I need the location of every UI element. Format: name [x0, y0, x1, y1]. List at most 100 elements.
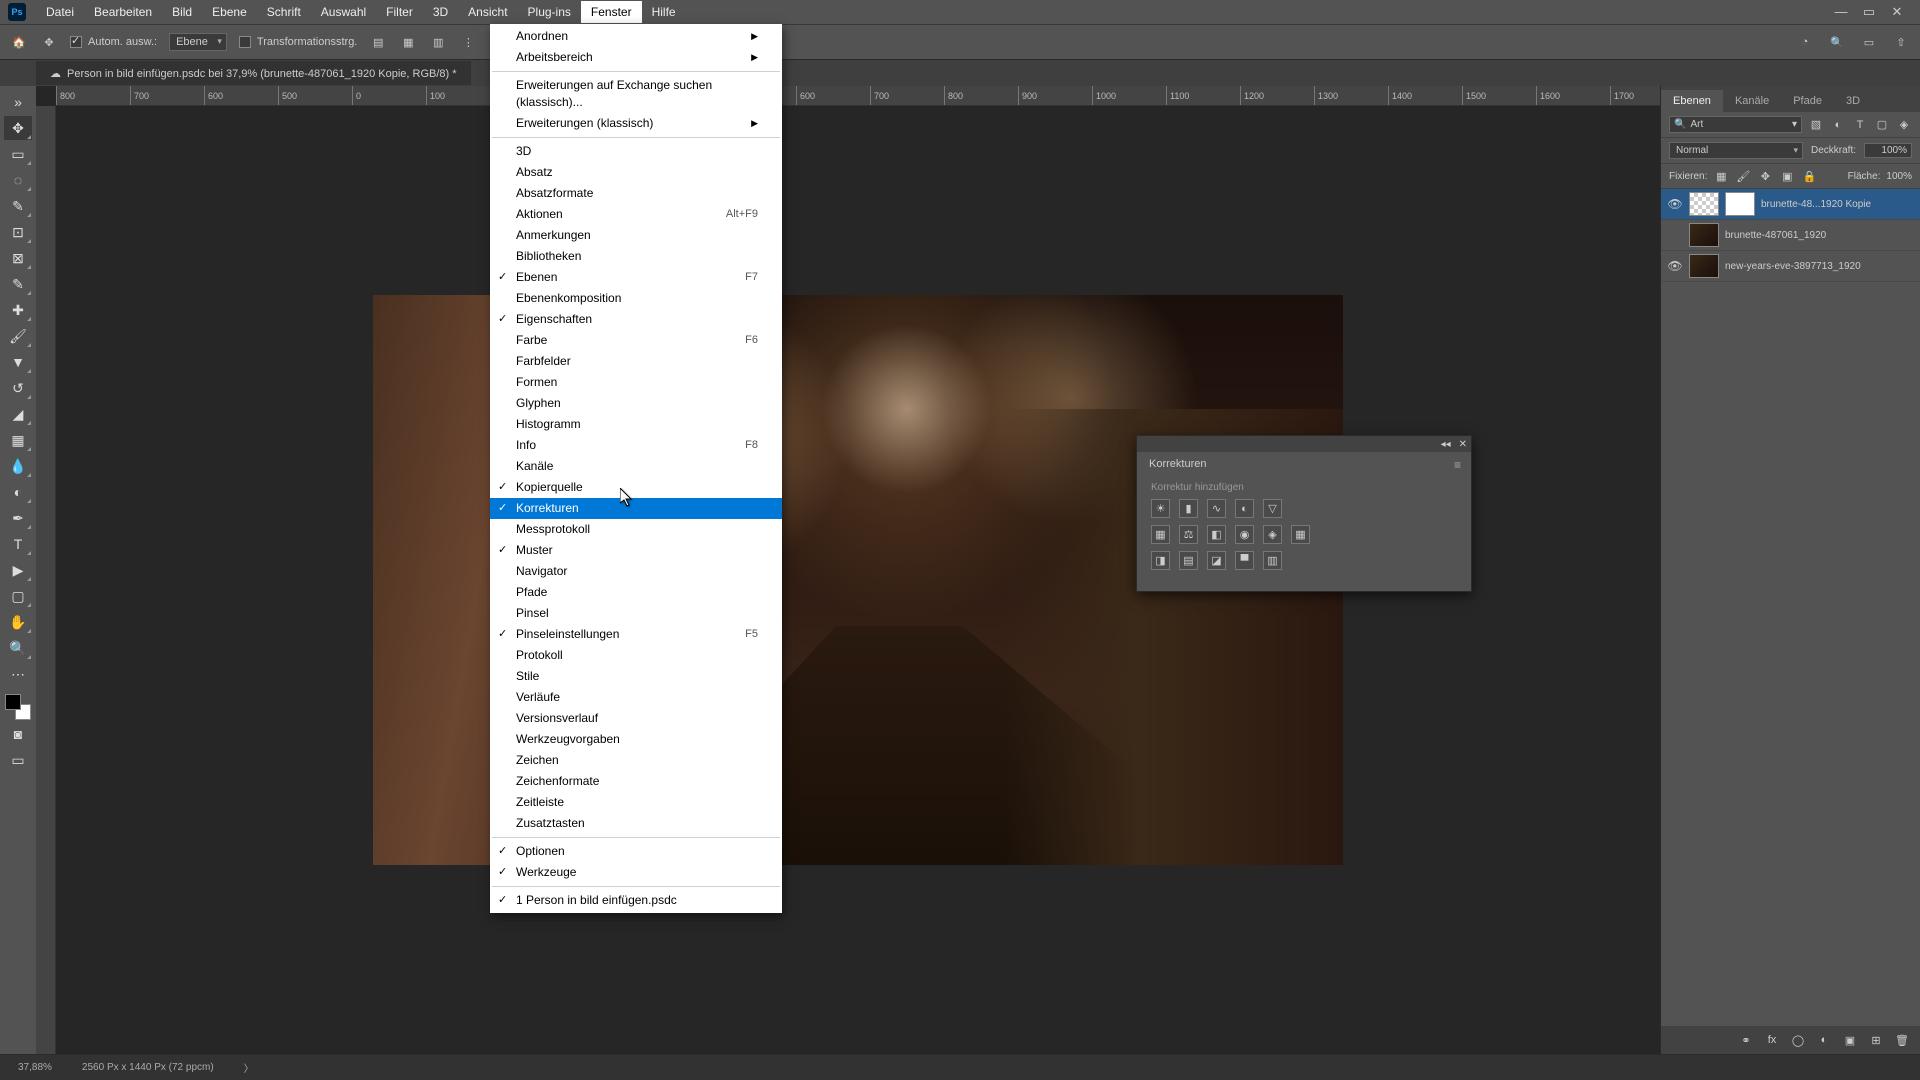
crop-tool[interactable]: ⊡	[4, 220, 32, 244]
menu-item-pfade[interactable]: Pfade	[490, 582, 782, 603]
hand-tool[interactable]: ✋	[4, 610, 32, 634]
layer-mask-icon[interactable]: ◯	[1790, 1032, 1806, 1048]
close-icon[interactable]: ✕	[1890, 4, 1904, 20]
history-brush-tool[interactable]: ↺	[4, 376, 32, 400]
menu-3d[interactable]: 3D	[423, 1, 458, 23]
menu-item-zusatztasten[interactable]: Zusatztasten	[490, 813, 782, 834]
menu-item-muster[interactable]: ✓Muster	[490, 540, 782, 561]
layer-thumb[interactable]	[1689, 254, 1719, 278]
move-tool[interactable]: ✥	[4, 116, 32, 140]
menu-item-erweiterungen-auf-exchange-suchen-klassisch-[interactable]: Erweiterungen auf Exchange suchen (klass…	[490, 75, 782, 113]
hue-sat-icon[interactable]: ▦	[1151, 525, 1170, 544]
menu-item-protokoll[interactable]: Protokoll	[490, 645, 782, 666]
lock-all-icon[interactable]: 🔒	[1801, 168, 1817, 184]
move-tool-icon[interactable]: ✥	[40, 33, 58, 51]
menu-hilfe[interactable]: Hilfe	[642, 1, 686, 23]
mask-thumb[interactable]	[1725, 192, 1755, 216]
menu-item-pinseleinstellungen[interactable]: ✓PinseleinstellungenF5	[490, 624, 782, 645]
cloud-docs-icon[interactable]: ◔	[1796, 33, 1814, 51]
home-icon[interactable]: 🏠	[10, 33, 28, 51]
menu-filter[interactable]: Filter	[376, 1, 423, 23]
gradient-tool[interactable]: ▦	[4, 428, 32, 452]
path-select-tool[interactable]: ▶	[4, 558, 32, 582]
menu-item-1-person-in-bild-einf-gen-psdc[interactable]: ✓1 Person in bild einfügen.psdc	[490, 890, 782, 911]
delete-layer-icon[interactable]: 🗑	[1894, 1032, 1910, 1048]
filter-smart-icon[interactable]: ◈	[1896, 117, 1912, 133]
filter-pixel-icon[interactable]: ▧	[1808, 117, 1824, 133]
link-layers-icon[interactable]: ⚭	[1738, 1032, 1754, 1048]
layer-fx-icon[interactable]: fx	[1764, 1032, 1780, 1048]
threshold-icon[interactable]: ◪	[1207, 551, 1226, 570]
posterize-icon[interactable]: ▤	[1179, 551, 1198, 570]
zoom-tool[interactable]: 🔍	[4, 636, 32, 660]
adjustment-layer-icon[interactable]: ◐	[1816, 1032, 1832, 1048]
align-left-icon[interactable]: ▤	[369, 33, 387, 51]
rectangle-tool[interactable]: ▢	[4, 584, 32, 608]
lock-pixels-icon[interactable]: 🖌	[1735, 168, 1751, 184]
layer-filter-search[interactable]: 🔍 Art ▾	[1669, 116, 1802, 133]
menu-item-anordnen[interactable]: Anordnen▶	[490, 26, 782, 47]
lock-transparent-icon[interactable]: ▦	[1713, 168, 1729, 184]
exposure-icon[interactable]: ◐	[1235, 499, 1254, 518]
collapse-toolbox-icon[interactable]: »	[4, 90, 32, 114]
visibility-icon[interactable]: 👁	[1667, 197, 1683, 211]
selective-color-icon[interactable]: ▥	[1263, 551, 1282, 570]
menu-item-glyphen[interactable]: Glyphen	[490, 393, 782, 414]
menu-item-bibliotheken[interactable]: Bibliotheken	[490, 246, 782, 267]
menu-item-3d[interactable]: 3D	[490, 141, 782, 162]
menu-item-aktionen[interactable]: AktionenAlt+F9	[490, 204, 782, 225]
edit-toolbar-icon[interactable]: ⋯	[4, 662, 32, 686]
tab-kanäle[interactable]: Kanäle	[1723, 90, 1781, 112]
share-icon[interactable]: ⇧	[1892, 33, 1910, 51]
collapse-panel-icon[interactable]: ◂◂	[1441, 439, 1451, 450]
close-panel-icon[interactable]: ✕	[1459, 439, 1467, 450]
brush-tool[interactable]: 🖌	[4, 324, 32, 348]
foreground-color-swatch[interactable]	[5, 694, 21, 710]
tab-pfade[interactable]: Pfade	[1781, 90, 1834, 112]
menu-item-info[interactable]: InfoF8	[490, 435, 782, 456]
layer-row[interactable]: 👁brunette-48...1920 Kopie	[1661, 189, 1920, 220]
new-layer-icon[interactable]: ⊞	[1868, 1032, 1884, 1048]
menu-item-erweiterungen-klassisch-[interactable]: Erweiterungen (klassisch)▶	[490, 113, 782, 134]
distribute-h-icon[interactable]: ⋮	[459, 33, 477, 51]
panel-menu-icon[interactable]: ≡	[1444, 452, 1471, 478]
menu-item-eigenschaften[interactable]: ✓Eigenschaften	[490, 309, 782, 330]
minimize-icon[interactable]: —	[1834, 4, 1848, 20]
lock-position-icon[interactable]: ✥	[1757, 168, 1773, 184]
menu-item-farbe[interactable]: FarbeF6	[490, 330, 782, 351]
color-lookup-icon[interactable]: ▦	[1291, 525, 1310, 544]
stamp-tool[interactable]: ▼	[4, 350, 32, 374]
color-balance-icon[interactable]: ⚖	[1179, 525, 1198, 544]
menu-item-farbfelder[interactable]: Farbfelder	[490, 351, 782, 372]
tab-ebenen[interactable]: Ebenen	[1661, 90, 1723, 112]
menu-item-stile[interactable]: Stile	[490, 666, 782, 687]
align-right-icon[interactable]: ▥	[429, 33, 447, 51]
group-icon[interactable]: ▣	[1842, 1032, 1858, 1048]
filter-adjust-icon[interactable]: ◐	[1830, 117, 1846, 133]
visibility-icon[interactable]: 👁	[1667, 259, 1683, 273]
menu-item-anmerkungen[interactable]: Anmerkungen	[490, 225, 782, 246]
layer-row[interactable]: brunette-487061_1920	[1661, 220, 1920, 251]
menu-item-navigator[interactable]: Navigator	[490, 561, 782, 582]
menu-item-arbeitsbereich[interactable]: Arbeitsbereich▶	[490, 47, 782, 68]
menu-item-kan-le[interactable]: Kanäle	[490, 456, 782, 477]
brightness-contrast-icon[interactable]: ☀	[1151, 499, 1170, 518]
frame-tool[interactable]: ⊠	[4, 246, 32, 270]
status-chevron-icon[interactable]: 〉	[244, 1060, 254, 1075]
menu-item-korrekturen[interactable]: ✓Korrekturen	[490, 498, 782, 519]
levels-icon[interactable]: ▮	[1179, 499, 1198, 518]
layer-row[interactable]: 👁new-years-eve-3897713_1920	[1661, 251, 1920, 282]
auto-select-mode[interactable]: Ebene	[169, 33, 227, 51]
vibrance-icon[interactable]: ▽	[1263, 499, 1282, 518]
adjustments-panel-tab[interactable]: Korrekturen	[1137, 452, 1218, 474]
eraser-tool[interactable]: ◢	[4, 402, 32, 426]
layer-thumb[interactable]	[1689, 223, 1719, 247]
menu-item-ebenenkomposition[interactable]: Ebenenkomposition	[490, 288, 782, 309]
menu-item-optionen[interactable]: ✓Optionen	[490, 841, 782, 862]
align-center-icon[interactable]: ▦	[399, 33, 417, 51]
menu-bearbeiten[interactable]: Bearbeiten	[84, 1, 162, 23]
curves-icon[interactable]: ∿	[1207, 499, 1226, 518]
healing-tool[interactable]: ✚	[4, 298, 32, 322]
menu-item-verl-ufe[interactable]: Verläufe	[490, 687, 782, 708]
menu-item-messprotokoll[interactable]: Messprotokoll	[490, 519, 782, 540]
